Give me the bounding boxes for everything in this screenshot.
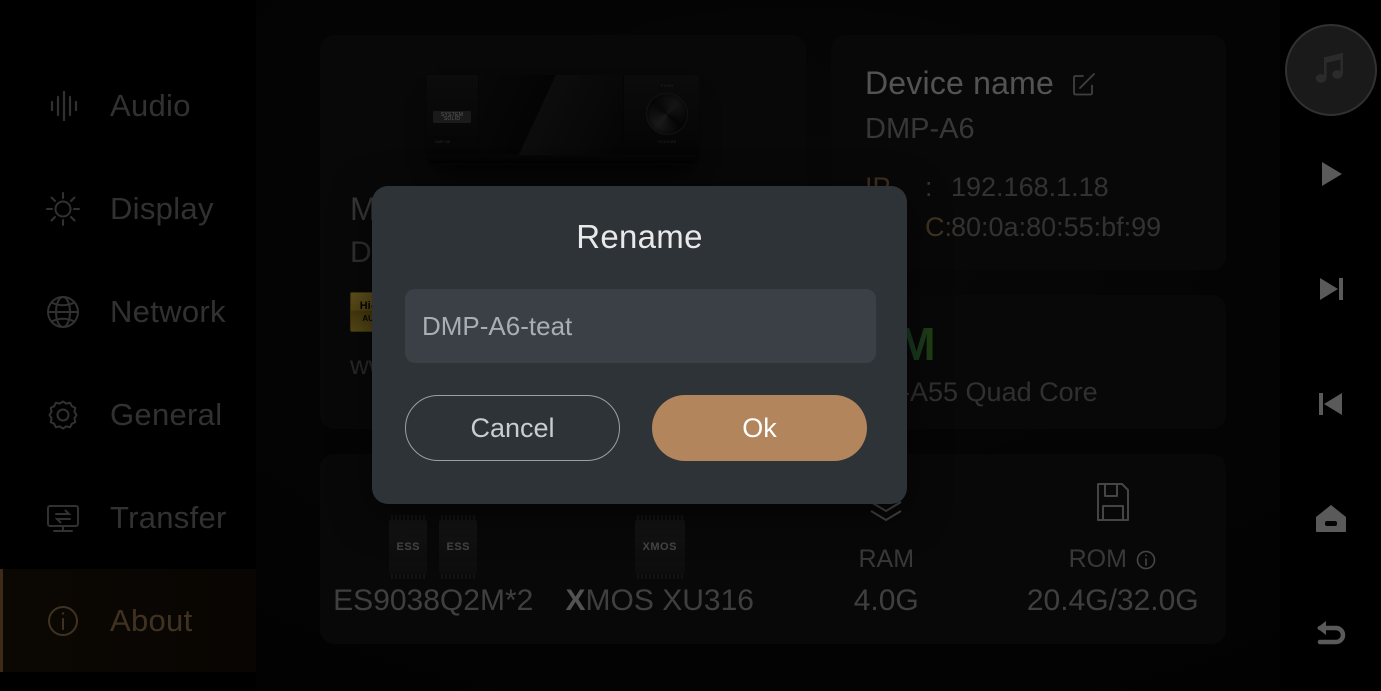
cancel-button[interactable]: Cancel — [405, 395, 620, 461]
rename-dialog: Rename Cancel Ok — [372, 186, 907, 504]
dialog-title: Rename — [576, 218, 703, 255]
dialog-actions: Cancel Ok — [405, 395, 874, 461]
ok-button[interactable]: Ok — [652, 395, 867, 461]
app-root: Audio Displa — [0, 0, 1381, 691]
rename-input[interactable] — [405, 289, 876, 363]
